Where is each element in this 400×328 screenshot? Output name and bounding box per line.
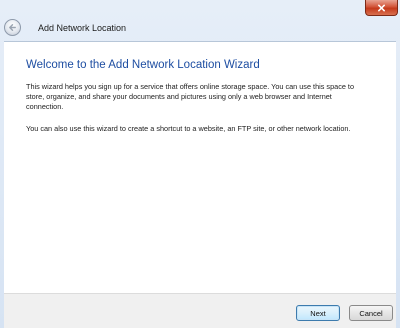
window-title: Add Network Location (38, 23, 127, 33)
title-bar: Add Network Location (0, 0, 400, 40)
close-button[interactable] (365, 0, 398, 16)
wizard-window: Add Network Location Welcome to the Add … (0, 0, 400, 328)
next-button[interactable]: Next (296, 305, 340, 321)
back-arrow-icon (8, 23, 17, 32)
close-icon (377, 4, 386, 12)
back-button[interactable] (4, 19, 21, 36)
intro-paragraph: This wizard helps you sign up for a serv… (26, 82, 355, 111)
cancel-button[interactable]: Cancel (349, 305, 393, 321)
wizard-heading: Welcome to the Add Network Location Wiza… (26, 59, 260, 71)
button-bar: Next Cancel (4, 293, 396, 328)
wizard-content: Welcome to the Add Network Location Wiza… (4, 41, 396, 294)
shortcut-paragraph: You can also use this wizard to create a… (26, 124, 351, 133)
